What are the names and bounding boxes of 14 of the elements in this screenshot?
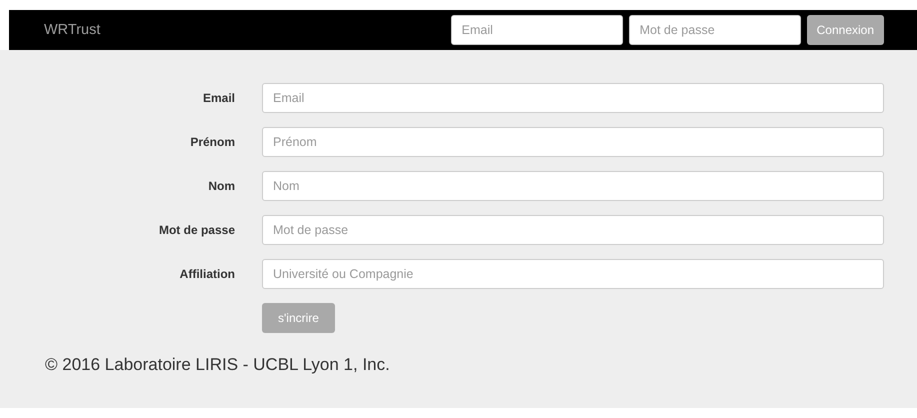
input-field[interactable]: Prénom: [262, 127, 884, 157]
footer-text: © 2016 Laboratoire LIRIS - UCBL Lyon 1, Inc.: [45, 355, 391, 375]
field-label: Mot de passe: [158, 223, 235, 237]
input-field[interactable]: Université ou Compagnie: [262, 259, 884, 289]
input-field[interactable]: Email: [262, 83, 884, 113]
email-field[interactable]: Email: [450, 15, 623, 45]
brand-link[interactable]: WRTrust: [44, 22, 100, 38]
input-field[interactable]: Nom: [262, 171, 884, 201]
field-label: Affiliation: [178, 267, 235, 281]
field-label: Email: [202, 91, 235, 105]
input-field[interactable]: Mot de passe: [262, 215, 884, 245]
field-label: Nom: [207, 179, 235, 193]
password-field[interactable]: Mot de passe: [628, 15, 801, 45]
field-label: Prénom: [189, 135, 235, 149]
